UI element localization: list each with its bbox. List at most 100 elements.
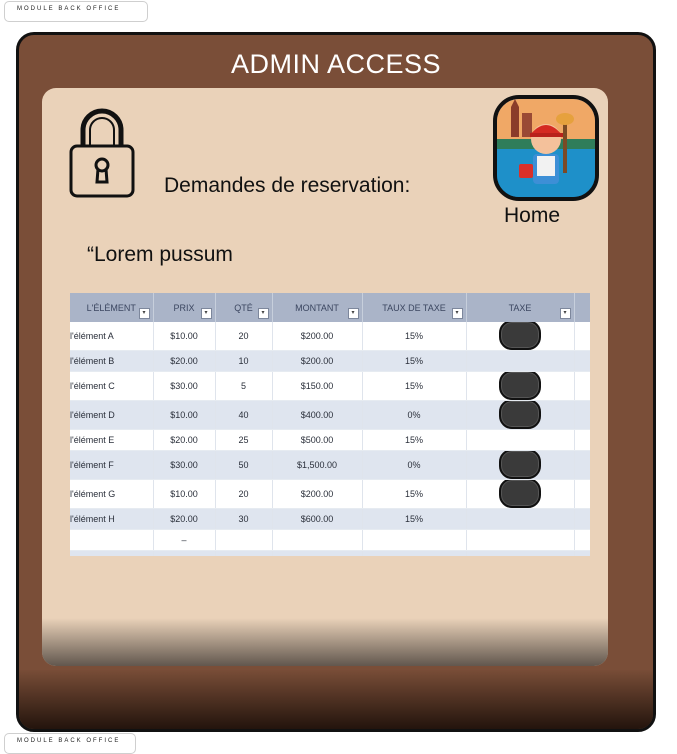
table-row[interactable]: l'élément F $30.00 50 $1,500.00 0% bbox=[70, 450, 590, 480]
row-action-toggle[interactable] bbox=[499, 400, 541, 429]
cell-taxe bbox=[466, 350, 575, 372]
cell-taux: 15% bbox=[362, 322, 467, 351]
cell-taux: 0% bbox=[362, 450, 467, 480]
cell-montant: $200.00 bbox=[272, 322, 363, 351]
cell-prix: – bbox=[153, 529, 216, 551]
cell-element: l'élément E bbox=[70, 429, 154, 451]
cell-element: l'élément B bbox=[70, 350, 154, 372]
cell-prix: $20.00 bbox=[153, 429, 216, 451]
cell-qte: 25 bbox=[215, 429, 273, 451]
cell-qte: 40 bbox=[215, 400, 273, 430]
cell-prix: $20.00 bbox=[153, 508, 216, 530]
lock-icon[interactable] bbox=[67, 102, 137, 200]
filter-dropdown-icon[interactable]: ▾ bbox=[200, 308, 212, 319]
cell-element: l'élément D bbox=[70, 400, 154, 430]
cell-montant: $500.00 bbox=[272, 429, 363, 451]
module-back-office-tag-bottom: MODULE BACK OFFICE bbox=[4, 733, 136, 754]
cell-qte: 50 bbox=[215, 450, 273, 480]
table-row[interactable]: l'élément H $20.00 30 $600.00 15% bbox=[70, 508, 590, 530]
cell-qte bbox=[215, 529, 273, 551]
filter-dropdown-icon[interactable]: ▾ bbox=[347, 308, 359, 319]
placeholder-text: “Lorem pussum bbox=[87, 243, 233, 266]
filter-dropdown-icon[interactable]: ▾ bbox=[559, 308, 571, 319]
cell-taux: 15% bbox=[362, 371, 467, 401]
cell-element: l'élément G bbox=[70, 479, 154, 509]
table-row[interactable]: l'élément A $10.00 20 $200.00 15% bbox=[70, 322, 590, 351]
cell-taux: 15% bbox=[362, 350, 467, 372]
cell-prix: $10.00 bbox=[153, 322, 216, 351]
admin-content-card: Demandes de reservation: “Lorem pussum H… bbox=[42, 88, 608, 666]
cell-taxe bbox=[466, 322, 575, 351]
cell-montant: $400.00 bbox=[272, 400, 363, 430]
filter-dropdown-icon[interactable]: ▾ bbox=[257, 308, 269, 319]
cell-montant bbox=[272, 529, 363, 551]
row-action-toggle[interactable] bbox=[499, 322, 541, 350]
cell-taux: 0% bbox=[362, 400, 467, 430]
table-row[interactable]: l'élément G $10.00 20 $200.00 15% bbox=[70, 479, 590, 509]
cell-element: l'élément A bbox=[70, 322, 154, 351]
cell-taxe bbox=[466, 371, 575, 401]
table-row[interactable]: l'élément C $30.00 5 $150.00 15% bbox=[70, 371, 590, 401]
cell-taxe bbox=[466, 550, 575, 556]
table-row[interactable]: – bbox=[70, 550, 590, 556]
cell-taux: 15% bbox=[362, 508, 467, 530]
table-row[interactable]: l'élément E $20.00 25 $500.00 15% bbox=[70, 429, 590, 451]
panel-title: ADMIN ACCESS bbox=[230, 49, 442, 79]
col-header-montant[interactable]: MONTANT ▾ bbox=[272, 293, 363, 322]
cell-taux bbox=[362, 550, 467, 556]
cell-qte: 5 bbox=[215, 371, 273, 401]
cell-qte: 20 bbox=[215, 479, 273, 509]
cell-montant: $150.00 bbox=[272, 371, 363, 401]
cell-qte bbox=[215, 550, 273, 556]
cleaner-avatar-icon[interactable] bbox=[493, 95, 599, 201]
cell-prix: – bbox=[153, 550, 216, 556]
col-header-extra bbox=[574, 293, 590, 322]
cell-qte: 20 bbox=[215, 322, 273, 351]
reservation-requests-heading: Demandes de reservation: bbox=[164, 174, 411, 197]
cell-qte: 30 bbox=[215, 508, 273, 530]
col-header-taxe[interactable]: TAXE ▾ bbox=[466, 293, 575, 322]
cell-montant: $600.00 bbox=[272, 508, 363, 530]
filter-dropdown-icon[interactable]: ▾ bbox=[138, 308, 150, 319]
col-header-taux[interactable]: TAUX DE TAXE ▾ bbox=[362, 293, 467, 322]
col-header-qte[interactable]: QTÉ ▾ bbox=[215, 293, 273, 322]
table-row[interactable]: – bbox=[70, 529, 590, 551]
table-header-row: L'ÉLÉMENT ▾ PRIX ▾ QTÉ ▾ MONTANT ▾ TAUX DE T… bbox=[70, 293, 590, 322]
cell-taxe bbox=[466, 529, 575, 551]
table-row[interactable]: l'élément D $10.00 40 $400.00 0% bbox=[70, 400, 590, 430]
cell-prix: $30.00 bbox=[153, 371, 216, 401]
cell-taxe bbox=[466, 429, 575, 451]
row-action-toggle[interactable] bbox=[499, 371, 541, 400]
row-action-toggle[interactable] bbox=[499, 450, 541, 479]
module-back-office-tag: MODULE BACK OFFICE bbox=[4, 1, 148, 22]
row-action-toggle[interactable] bbox=[499, 479, 541, 508]
panel-bottom-shade bbox=[19, 669, 653, 729]
cell-element: l'élément C bbox=[70, 371, 154, 401]
cell-taxe bbox=[466, 479, 575, 509]
cell-element: l'élément H bbox=[70, 508, 154, 530]
admin-panel: ADMIN ACCESS Demandes de reservation: “L… bbox=[16, 32, 656, 732]
col-header-prix[interactable]: PRIX ▾ bbox=[153, 293, 216, 322]
cell-taxe bbox=[466, 450, 575, 480]
cell-element bbox=[70, 529, 154, 551]
cleaner-illustration bbox=[497, 99, 595, 197]
card-bottom-shade bbox=[42, 618, 608, 666]
reservations-table: L'ÉLÉMENT ▾ PRIX ▾ QTÉ ▾ MONTANT ▾ TAUX DE T… bbox=[70, 293, 590, 556]
cell-montant: $200.00 bbox=[272, 479, 363, 509]
filter-dropdown-icon[interactable]: ▾ bbox=[451, 308, 463, 319]
cell-element: l'élément F bbox=[70, 450, 154, 480]
cell-montant: $200.00 bbox=[272, 350, 363, 372]
cell-taux: 15% bbox=[362, 479, 467, 509]
cell-element bbox=[70, 550, 154, 556]
cell-prix: $30.00 bbox=[153, 450, 216, 480]
cell-montant: $1,500.00 bbox=[272, 450, 363, 480]
cell-prix: $10.00 bbox=[153, 400, 216, 430]
cell-taux: 15% bbox=[362, 429, 467, 451]
cell-qte: 10 bbox=[215, 350, 273, 372]
table-row[interactable]: l'élément B $20.00 10 $200.00 15% bbox=[70, 350, 590, 372]
cell-taux bbox=[362, 529, 467, 551]
cell-prix: $20.00 bbox=[153, 350, 216, 372]
col-header-element[interactable]: L'ÉLÉMENT ▾ bbox=[70, 293, 154, 322]
home-link[interactable]: Home bbox=[504, 204, 560, 228]
cell-taxe bbox=[466, 400, 575, 430]
